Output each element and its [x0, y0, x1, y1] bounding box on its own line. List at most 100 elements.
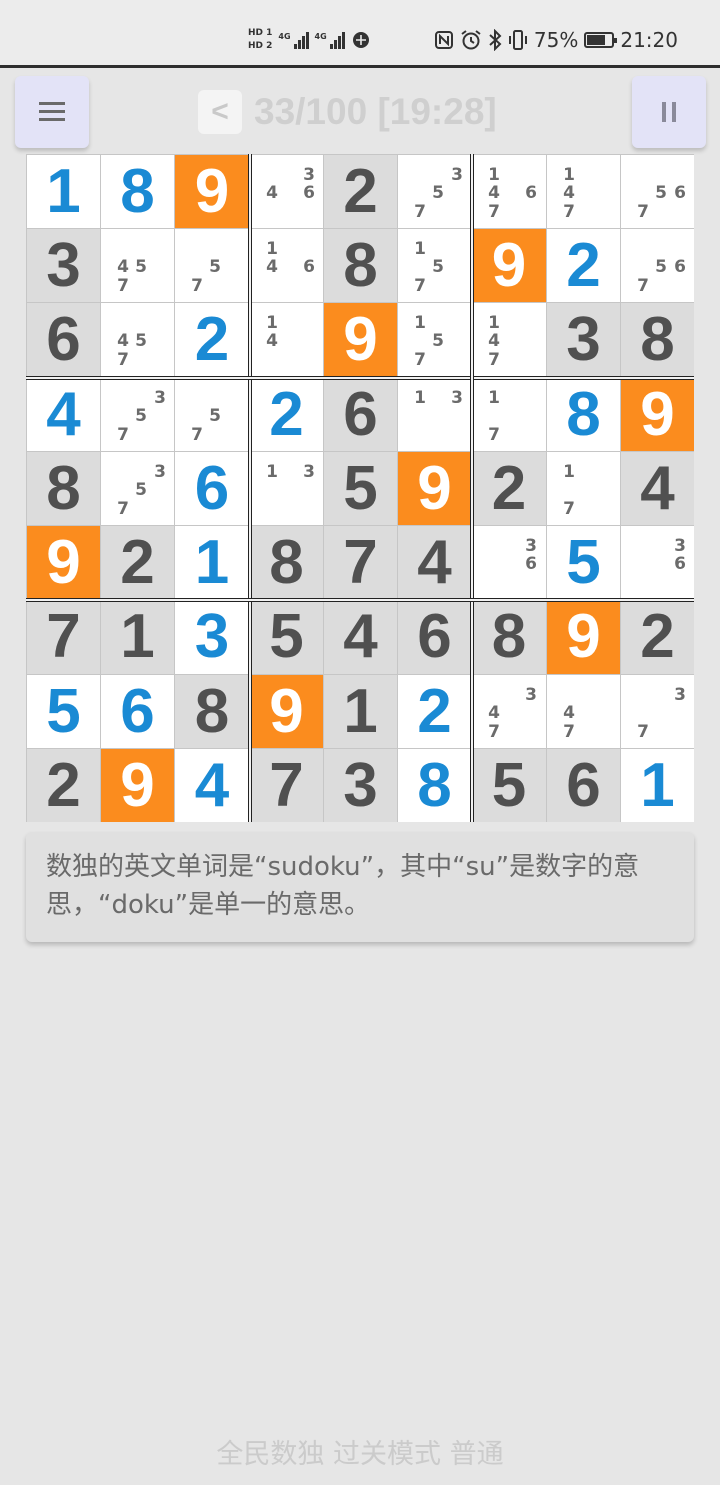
sudoku-cell[interactable]: 5: [472, 749, 546, 822]
cell-value: 2: [417, 676, 452, 746]
sudoku-cell[interactable]: 3: [175, 600, 249, 674]
cell-value: 9: [269, 676, 304, 746]
sudoku-cell[interactable]: 357: [101, 378, 174, 451]
sudoku-cell[interactable]: 8: [250, 526, 323, 599]
sudoku-cell[interactable]: 5: [547, 526, 620, 599]
sudoku-cell[interactable]: 13: [398, 378, 471, 451]
sudoku-cell[interactable]: 7: [324, 526, 397, 599]
sudoku-cell[interactable]: 7: [27, 600, 100, 674]
pencil-note: 7: [414, 202, 426, 222]
sudoku-cell[interactable]: 5: [27, 675, 100, 748]
sudoku-cell[interactable]: 157: [398, 229, 471, 302]
sudoku-cell[interactable]: 1: [27, 155, 100, 228]
sudoku-cell[interactable]: 357: [101, 452, 174, 525]
sudoku-cell[interactable]: 6: [398, 600, 471, 674]
sudoku-cell[interactable]: 9: [472, 229, 546, 302]
network-type-1: 4G: [278, 31, 291, 41]
sudoku-cell[interactable]: 2: [250, 378, 323, 451]
sudoku-cell[interactable]: 567: [621, 155, 694, 228]
sudoku-cell[interactable]: 5: [250, 600, 323, 674]
sudoku-cell[interactable]: 1: [175, 526, 249, 599]
sudoku-cell[interactable]: 1: [621, 749, 694, 822]
sudoku-cell[interactable]: 6: [175, 452, 249, 525]
sudoku-cell[interactable]: 14: [250, 303, 323, 377]
sudoku-cell[interactable]: 146: [250, 229, 323, 302]
sudoku-cell[interactable]: 2: [398, 675, 471, 748]
tip-card: 数独的英文单词是“sudoku”，其中“su”是数字的意思，“doku”是单一的…: [26, 832, 694, 942]
pencil-note: 7: [563, 202, 575, 222]
sudoku-cell[interactable]: 8: [398, 749, 471, 822]
sudoku-cell[interactable]: 1: [101, 600, 174, 674]
sudoku-cell[interactable]: 6: [27, 303, 100, 377]
sudoku-cell[interactable]: 567: [621, 229, 694, 302]
back-button[interactable]: <: [198, 90, 242, 134]
sudoku-cell[interactable]: 36: [621, 526, 694, 599]
sudoku-cell[interactable]: 36: [472, 526, 546, 599]
sudoku-cell[interactable]: 2: [101, 526, 174, 599]
sudoku-cell[interactable]: 13: [250, 452, 323, 525]
cell-value: 2: [46, 750, 81, 820]
sudoku-cell[interactable]: 37: [621, 675, 694, 748]
cell-value: 8: [194, 676, 230, 746]
sudoku-cell[interactable]: 9: [547, 600, 620, 674]
sudoku-cell[interactable]: 2: [324, 155, 397, 228]
sudoku-cell[interactable]: 9: [175, 155, 249, 228]
sudoku-cell[interactable]: 6: [101, 675, 174, 748]
vibrate-icon: [508, 30, 527, 50]
sudoku-cell[interactable]: 9: [621, 378, 694, 451]
sudoku-cell[interactable]: 17: [472, 378, 546, 451]
sudoku-cell[interactable]: 57: [175, 229, 249, 302]
pause-button[interactable]: [632, 76, 706, 148]
battery-icon: [584, 32, 618, 48]
sudoku-cell[interactable]: 157: [398, 303, 471, 377]
sudoku-cell[interactable]: 2: [547, 229, 620, 302]
sudoku-cell[interactable]: 2: [472, 452, 546, 525]
sudoku-cell[interactable]: 1467: [472, 155, 546, 228]
sudoku-cell[interactable]: 2: [621, 600, 694, 674]
pencil-note: 7: [488, 722, 500, 742]
sudoku-cell[interactable]: 147: [472, 303, 546, 377]
sudoku-cell[interactable]: 8: [101, 155, 174, 228]
sudoku-cell[interactable]: 2: [27, 749, 100, 822]
sudoku-cell[interactable]: 6: [324, 378, 397, 451]
sudoku-cell[interactable]: 3: [324, 749, 397, 822]
sudoku-cell[interactable]: 47: [547, 675, 620, 748]
sudoku-cell[interactable]: 3: [547, 303, 620, 377]
sudoku-cell[interactable]: 8: [27, 452, 100, 525]
sudoku-cell[interactable]: 4: [324, 600, 397, 674]
sudoku-cell[interactable]: 457: [101, 303, 174, 377]
sudoku-cell[interactable]: 9: [101, 749, 174, 822]
pencil-note: 1: [414, 388, 426, 408]
pencil-note: 6: [303, 257, 315, 277]
sudoku-cell[interactable]: 346: [250, 155, 323, 228]
pencil-note: 7: [117, 276, 129, 296]
sudoku-cell[interactable]: 3: [27, 229, 100, 302]
sudoku-cell[interactable]: 8: [175, 675, 249, 748]
sudoku-cell[interactable]: 8: [621, 303, 694, 377]
sudoku-cell[interactable]: 6: [547, 749, 620, 822]
sudoku-cell[interactable]: 4: [27, 378, 100, 451]
sudoku-cell[interactable]: 9: [398, 452, 471, 525]
sudoku-cell[interactable]: 147: [547, 155, 620, 228]
sudoku-cell[interactable]: 5: [324, 452, 397, 525]
sudoku-cell[interactable]: 2: [175, 303, 249, 377]
sudoku-cell[interactable]: 4: [621, 452, 694, 525]
cell-value: 9: [491, 230, 527, 300]
sudoku-cell[interactable]: 357: [398, 155, 471, 228]
menu-button[interactable]: [15, 76, 89, 148]
sudoku-cell[interactable]: 8: [324, 229, 397, 302]
sudoku-cell[interactable]: 57: [175, 378, 249, 451]
sudoku-cell[interactable]: 457: [101, 229, 174, 302]
sudoku-cell[interactable]: 4: [175, 749, 249, 822]
pencil-note: 7: [563, 499, 575, 519]
sudoku-cell[interactable]: 1: [324, 675, 397, 748]
sudoku-cell[interactable]: 8: [472, 600, 546, 674]
sudoku-cell[interactable]: 4: [398, 526, 471, 599]
sudoku-cell[interactable]: 7: [250, 749, 323, 822]
sudoku-cell[interactable]: 9: [324, 303, 397, 377]
sudoku-cell[interactable]: 347: [472, 675, 546, 748]
sudoku-cell[interactable]: 8: [547, 378, 620, 451]
sudoku-cell[interactable]: 9: [250, 675, 323, 748]
sudoku-cell[interactable]: 9: [27, 526, 100, 599]
sudoku-cell[interactable]: 17: [547, 452, 620, 525]
